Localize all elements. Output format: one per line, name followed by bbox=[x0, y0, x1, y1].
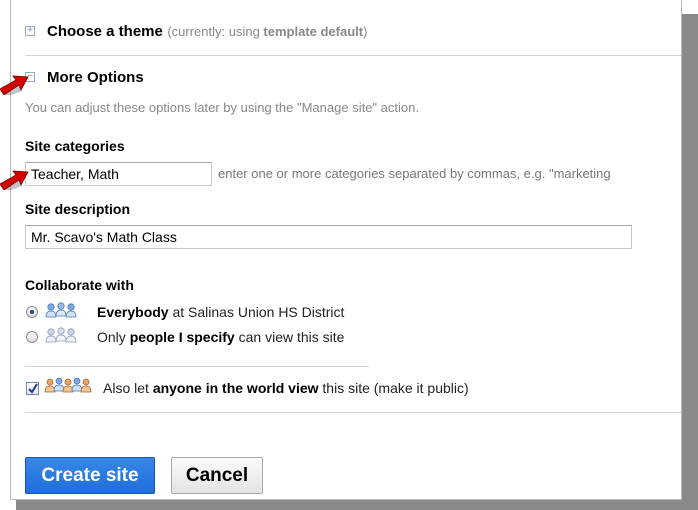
divider bbox=[25, 412, 681, 413]
divider bbox=[25, 366, 369, 367]
create-site-options-panel: + Choose a theme (currently: using templ… bbox=[10, 0, 682, 500]
divider bbox=[25, 55, 681, 56]
check-icon bbox=[28, 383, 38, 394]
public-prefix: Also let bbox=[103, 380, 153, 396]
option2-bold: people I specify bbox=[129, 329, 235, 345]
public-bold: anyone in the world view bbox=[152, 380, 319, 396]
cancel-button[interactable]: Cancel bbox=[171, 457, 263, 494]
site-categories-hint: enter one or more categories separated b… bbox=[218, 166, 611, 181]
option-everybody-rest: at Salinas Union HS District bbox=[168, 304, 345, 320]
plus-expand-icon[interactable]: + bbox=[25, 26, 35, 36]
option-everybody-bold: Everybody bbox=[97, 304, 169, 320]
people-group-icon bbox=[44, 377, 92, 393]
site-description-input[interactable]: Mr. Scavo's Math Class bbox=[25, 225, 632, 249]
site-categories-input[interactable]: Teacher, Math bbox=[25, 162, 212, 186]
theme-title: Choose a theme bbox=[47, 23, 163, 40]
make-public-checkbox[interactable] bbox=[26, 382, 39, 395]
site-categories-label: Site categories bbox=[25, 138, 125, 154]
option-people-i-specify-label: Only people I specify can view this site bbox=[97, 329, 344, 345]
people-group-icon bbox=[45, 327, 77, 343]
more-options-note: You can adjust these options later by us… bbox=[25, 100, 419, 115]
theme-section-header[interactable]: Choose a theme (currently: using templat… bbox=[47, 23, 367, 41]
more-options-title[interactable]: More Options bbox=[47, 69, 144, 86]
make-public-label: Also let anyone in the world view this s… bbox=[103, 380, 469, 396]
create-site-button[interactable]: Create site bbox=[25, 457, 155, 494]
site-description-label: Site description bbox=[25, 201, 131, 217]
theme-current-prefix: (currently: using bbox=[167, 24, 264, 39]
option2-rest: can view this site bbox=[234, 329, 345, 345]
red-arrow-icon bbox=[0, 75, 29, 95]
radio-everybody[interactable] bbox=[26, 306, 38, 318]
radio-people-i-specify[interactable] bbox=[26, 331, 38, 343]
theme-current-suffix: ) bbox=[363, 24, 368, 39]
people-group-icon bbox=[45, 302, 77, 318]
option-everybody-label: Everybody at Salinas Union HS District bbox=[97, 304, 344, 320]
red-arrow-icon bbox=[0, 170, 29, 190]
public-rest: this site (make it public) bbox=[318, 380, 469, 396]
collaborate-label: Collaborate with bbox=[25, 277, 134, 293]
theme-current-value: template default bbox=[263, 24, 364, 39]
option2-prefix: Only bbox=[97, 329, 130, 345]
